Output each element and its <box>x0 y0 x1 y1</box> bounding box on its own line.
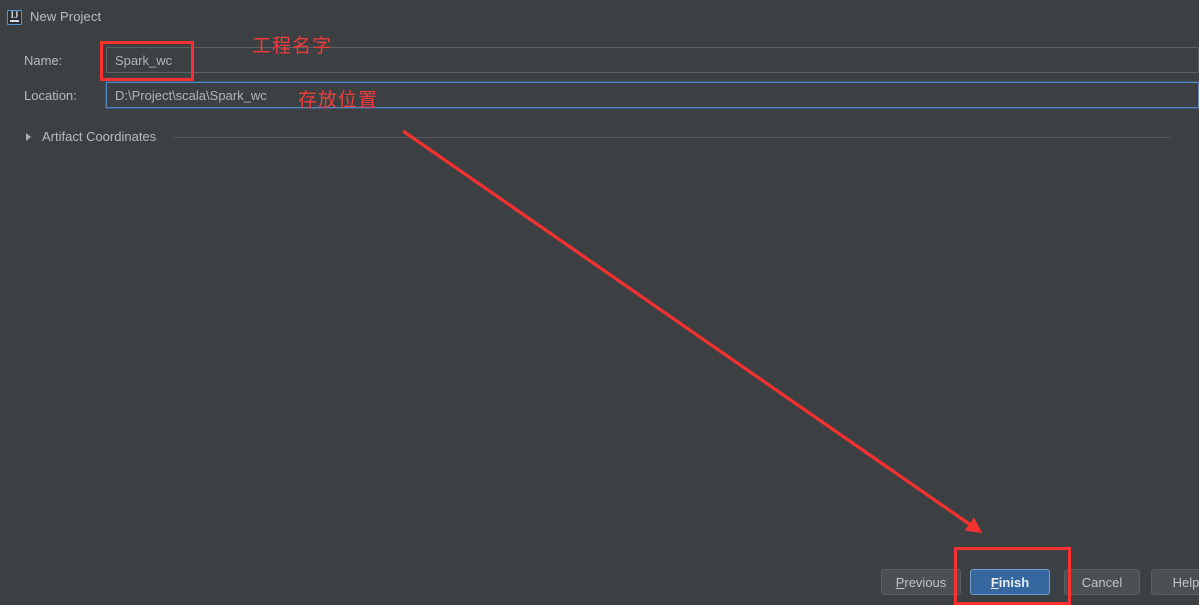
previous-button[interactable]: Previous <box>881 569 961 595</box>
annotation-label-location: 存放位置 <box>298 89 379 111</box>
intellij-idea-icon: IJ <box>7 10 22 25</box>
dialog-title: New Project <box>30 9 102 24</box>
artifact-coordinates-section[interactable]: Artifact Coordinates <box>24 128 1184 146</box>
chevron-right-icon <box>26 133 31 141</box>
previous-button-label: revious <box>904 574 947 590</box>
new-project-dialog: IJ New Project Name: Location: Artifact … <box>0 0 1199 605</box>
dialog-titlebar: IJ New Project <box>0 0 1199 36</box>
artifact-coordinates-label: Artifact Coordinates <box>42 129 157 144</box>
finish-button-mnemonic: F <box>990 574 999 590</box>
section-divider <box>174 137 1170 138</box>
finish-button[interactable]: Finish <box>970 569 1050 595</box>
location-field-label: Location: <box>24 88 77 103</box>
finish-button-label: inish <box>998 574 1030 590</box>
name-field-label: Name: <box>24 53 63 68</box>
help-button[interactable]: Help <box>1151 569 1199 595</box>
project-location-input[interactable] <box>106 82 1199 108</box>
annotation-label-name: 工程名字 <box>252 35 333 57</box>
cancel-button[interactable]: Cancel <box>1064 569 1140 595</box>
previous-button-mnemonic: P <box>895 574 905 590</box>
